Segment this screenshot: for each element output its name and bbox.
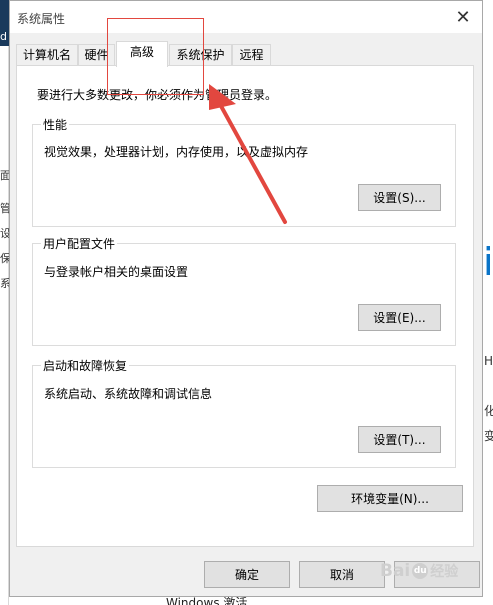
dialog-title: 系统属性 bbox=[17, 12, 66, 26]
performance-title: 性能 bbox=[41, 116, 70, 133]
performance-settings-button[interactable]: 设置(S)... bbox=[358, 184, 441, 211]
close-button[interactable]: ✕ bbox=[450, 4, 476, 30]
user-profiles-group: 用户配置文件 与登录帐户相关的桌面设置 设置(E)... bbox=[32, 235, 456, 346]
tab-computer-name[interactable]: 计算机名 bbox=[16, 44, 78, 66]
title-bar: 系统属性 ✕ bbox=[10, 1, 482, 33]
ok-button[interactable]: 确定 bbox=[204, 561, 290, 588]
performance-group: 性能 视觉效果，处理器计划，内存使用，以及虚拟内存 设置(S)... bbox=[32, 116, 456, 227]
baidu-jingyan-watermark: Bai du 经验 bbox=[380, 553, 480, 589]
performance-description: 视觉效果，处理器计划，内存使用，以及虚拟内存 bbox=[44, 145, 309, 159]
tab-remote[interactable]: 远程 bbox=[232, 44, 271, 66]
background-text: 设 bbox=[0, 227, 9, 240]
startup-recovery-group: 启动和故障恢复 系统启动、系统故障和调试信息 设置(T)... bbox=[32, 357, 456, 468]
watermark-brand: Bai bbox=[380, 561, 411, 581]
background-logo-fragment: i bbox=[483, 240, 493, 284]
background-window-left: d 面 管 设 保 系 bbox=[0, 0, 9, 605]
startup-recovery-title: 启动和故障恢复 bbox=[41, 357, 130, 374]
system-properties-dialog: 系统属性 ✕ 计算机名 硬件 高级 系统保护 远程 要进行大多数更改，你必须作为… bbox=[9, 0, 483, 597]
environment-variables-button[interactable]: 环境变量(N)... bbox=[317, 485, 463, 512]
background-text: d bbox=[0, 30, 7, 43]
user-profiles-settings-button[interactable]: 设置(E)... bbox=[358, 304, 441, 331]
close-icon: ✕ bbox=[455, 6, 471, 28]
background-text: 系 bbox=[0, 277, 9, 290]
background-text: 面 bbox=[0, 169, 9, 182]
startup-recovery-settings-button[interactable]: 设置(T)... bbox=[358, 426, 441, 453]
background-text: H bbox=[484, 354, 493, 368]
user-profiles-title: 用户配置文件 bbox=[41, 235, 118, 252]
background-text: 保 bbox=[0, 252, 9, 265]
cancel-button[interactable]: 取消 bbox=[299, 561, 385, 588]
background-text: 变 bbox=[484, 429, 493, 443]
annotation-highlight-box bbox=[107, 18, 204, 95]
background-window-right: i H 化 变 bbox=[483, 0, 493, 605]
user-profiles-description: 与登录帐户相关的桌面设置 bbox=[44, 265, 189, 279]
background-text: 化 bbox=[484, 404, 493, 418]
paw-icon: du bbox=[412, 563, 429, 579]
startup-recovery-description: 系统启动、系统故障和调试信息 bbox=[44, 387, 213, 401]
background-text: 管 bbox=[0, 202, 9, 215]
watermark-suffix: 经验 bbox=[430, 564, 459, 580]
advanced-tab-panel: 要进行大多数更改，你必须作为管理员登录。 性能 视觉效果，处理器计划，内存使用，… bbox=[16, 65, 474, 547]
